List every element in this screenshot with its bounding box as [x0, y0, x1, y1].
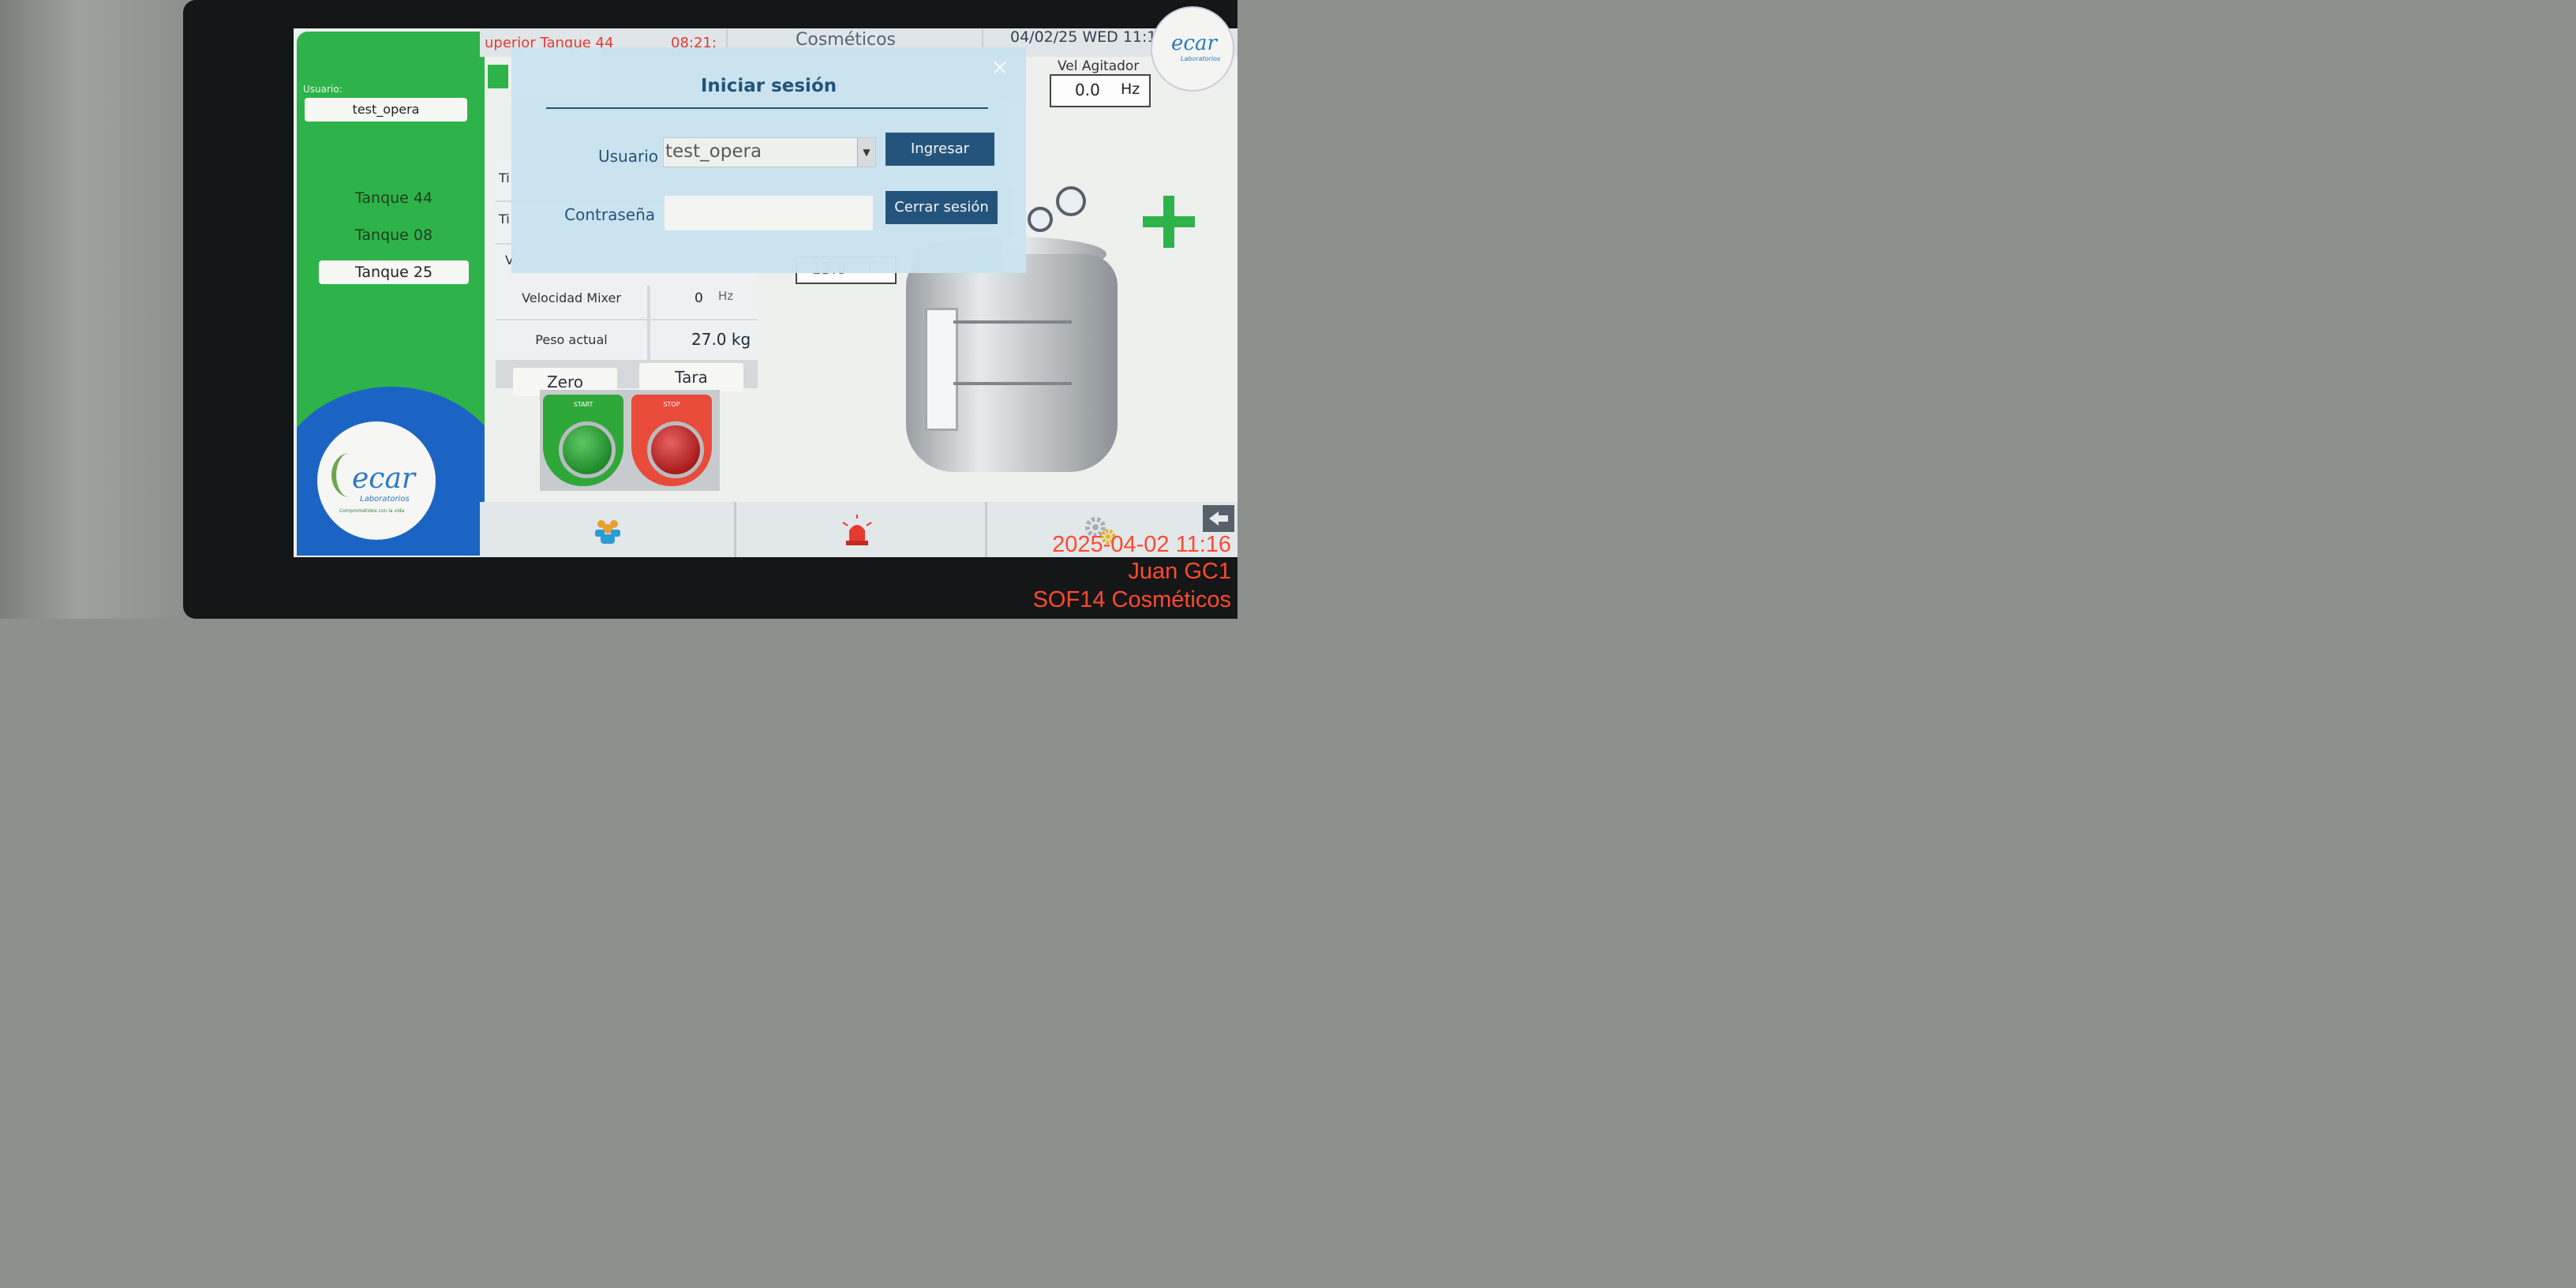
- agitator-speed-box: 0.0 Hz: [1050, 74, 1151, 107]
- sidebar-item-tanque-08[interactable]: Tanque 08: [319, 223, 469, 247]
- ecar-logo: ecar Laboratorios Comprometidos con la v…: [317, 421, 436, 540]
- users-icon[interactable]: [590, 515, 625, 546]
- start-button[interactable]: START: [543, 395, 623, 486]
- username-select[interactable]: test_opera ▼: [663, 137, 876, 167]
- status-indicator: [488, 65, 508, 88]
- mixer-speed-label: Velocidad Mixer: [496, 278, 647, 319]
- login-button[interactable]: Ingresar: [886, 133, 994, 166]
- current-weight-label: Peso actual: [496, 320, 647, 360]
- add-plus-icon[interactable]: [1143, 196, 1195, 248]
- sidebar-item-tanque-44[interactable]: Tanque 44: [319, 186, 469, 210]
- logout-button[interactable]: Cerrar sesión: [886, 191, 998, 224]
- pressure-gauge-icon: [1056, 186, 1086, 216]
- agitator-speed-label: Vel Agitador: [1058, 58, 1140, 74]
- tank-vessel: [906, 254, 1118, 472]
- corner-logo-subtitle: Laboratorios: [1181, 55, 1221, 62]
- row-1-label: Ti: [499, 170, 510, 185]
- wall-background: [0, 0, 197, 619]
- sidebar: Usuario: test_opera Tanque 44 Tanque 08 …: [297, 32, 485, 556]
- alarm-beacon-icon[interactable]: [840, 515, 874, 546]
- mixer-speed-unit: Hz: [718, 289, 734, 303]
- corner-ecar-logo: ecar Laboratorios: [1151, 6, 1234, 92]
- username-selected: test_opera: [665, 141, 762, 162]
- stop-knob: [647, 421, 704, 478]
- current-user-field[interactable]: test_opera: [305, 98, 467, 122]
- camera-operator: Juan GC1: [1128, 559, 1231, 584]
- logo-tagline: Comprometidos con la vida: [339, 508, 405, 514]
- username-label: Usuario: [597, 147, 658, 166]
- mixer-speed-cell: 0 Hz: [650, 278, 758, 319]
- start-label: START: [573, 401, 593, 408]
- agitator-blade: [953, 320, 1072, 324]
- level-sight-glass: [925, 308, 958, 431]
- password-label: Contraseña: [564, 205, 655, 224]
- start-knob: [559, 421, 616, 478]
- current-weight-value: 27.0 kg: [691, 330, 751, 349]
- dialog-divider: [546, 107, 988, 109]
- agitator-blade: [953, 382, 1072, 385]
- start-stop-panel: START STOP: [540, 390, 720, 491]
- current-weight-cell: 27.0 kg: [650, 320, 758, 360]
- tara-button[interactable]: Tara: [639, 363, 743, 391]
- password-field[interactable]: [665, 196, 873, 230]
- back-arrow-button[interactable]: [1203, 505, 1234, 532]
- login-dialog: × Iniciar sesión Usuario test_opera ▼ Co…: [511, 47, 1026, 273]
- hmi-screen: Usuario: test_opera Tanque 44 Tanque 08 …: [294, 28, 1237, 557]
- row-2-label: Ti: [499, 212, 510, 227]
- logo-word: ecar: [352, 462, 416, 495]
- chevron-down-icon[interactable]: ▼: [857, 138, 875, 167]
- sidebar-item-tanque-25[interactable]: Tanque 25: [319, 260, 469, 284]
- agitator-speed-unit: Hz: [1121, 80, 1140, 98]
- camera-site: SOF14 Cosméticos: [1032, 587, 1231, 612]
- stop-button[interactable]: STOP: [631, 395, 712, 486]
- dialog-title: Iniciar sesión: [700, 76, 837, 96]
- pressure-gauge-icon: [1028, 207, 1053, 232]
- camera-timestamp: 2025-04-02 11:16: [1052, 532, 1231, 557]
- logo-subtitle: Laboratorios: [360, 495, 410, 504]
- mixer-speed-value: 0: [695, 290, 703, 306]
- nav-divider: [985, 502, 987, 557]
- corner-logo-word: ecar: [1171, 32, 1217, 55]
- agitator-speed-value: 0.0: [1075, 80, 1100, 99]
- user-label: Usuario:: [303, 84, 343, 95]
- stop-label: STOP: [663, 401, 680, 408]
- nav-divider: [734, 502, 736, 557]
